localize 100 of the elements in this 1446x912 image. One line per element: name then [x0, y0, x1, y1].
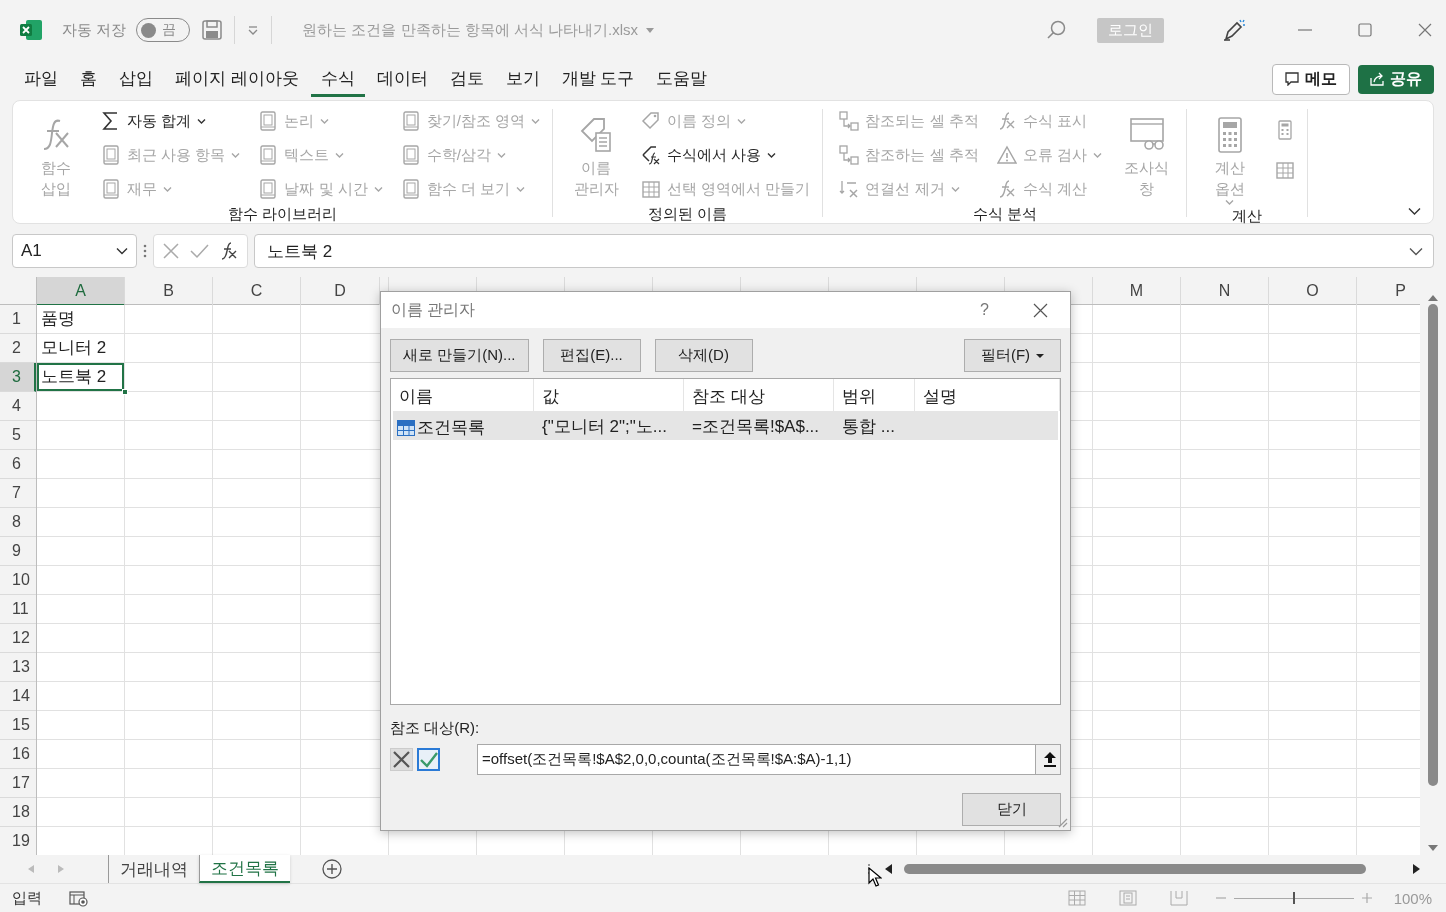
add-sheet-icon[interactable]	[322, 859, 342, 879]
name-list-row[interactable]: 조건목록 {"모니터 2";"노... =조건목록!$A$... 통합 ...	[393, 411, 1058, 440]
ribbon-tab[interactable]: 도움말	[646, 61, 718, 97]
row-header[interactable]: 15	[0, 711, 36, 740]
row-header[interactable]: 13	[0, 653, 36, 682]
resize-grip-icon[interactable]	[1057, 817, 1068, 828]
dialog-button[interactable]: 편집(E)...	[542, 339, 641, 372]
caret-icon[interactable]	[646, 27, 654, 33]
row-header[interactable]: 9	[0, 537, 36, 566]
zoom-slider[interactable]	[1233, 892, 1354, 904]
column-header[interactable]: A	[37, 277, 125, 306]
scroll-up-icon[interactable]	[1428, 295, 1438, 301]
table-icon	[641, 179, 662, 199]
table-cell[interactable]: 노트북 2	[37, 363, 125, 392]
confirm-button[interactable]	[417, 748, 440, 771]
macro-record-icon[interactable]	[69, 889, 88, 907]
tag-icon	[641, 145, 662, 165]
group-label: 계산	[1230, 206, 1263, 226]
table-cell-text: {"모니터 2";"노...	[541, 416, 668, 438]
zoom-thumb[interactable]	[1292, 892, 1295, 904]
memo-button[interactable]: 메모	[1272, 63, 1350, 95]
row-header[interactable]: 4	[0, 392, 36, 421]
chevron-down-icon	[950, 185, 960, 193]
row-header[interactable]: 6	[0, 450, 36, 479]
chevron-down-icon	[231, 151, 241, 159]
ribbon-tab[interactable]: 삽입	[109, 61, 163, 97]
collapse-button[interactable]	[1035, 745, 1060, 774]
next-sheet-icon[interactable]	[58, 865, 64, 873]
cancel-button[interactable]	[390, 748, 413, 771]
autosave-label: 자동 저장	[62, 20, 127, 40]
row-header[interactable]: 16	[0, 740, 36, 769]
book-icon	[258, 179, 279, 199]
row-header[interactable]: 10	[0, 566, 36, 595]
ribbon-tab[interactable]: 파일	[14, 61, 68, 97]
chevron-down-icon	[516, 185, 526, 193]
watch-window-icon	[1128, 117, 1165, 153]
row-header[interactable]: 3	[0, 363, 36, 392]
ribbon-tab[interactable]: 검토	[439, 61, 494, 97]
customize-icon[interactable]	[247, 24, 260, 36]
close-icon[interactable]	[1033, 302, 1048, 318]
scroll-right-icon[interactable]	[1413, 864, 1420, 874]
page-layout-icon[interactable]	[1118, 890, 1137, 906]
ribbon-tab[interactable]: 데이터	[366, 61, 438, 97]
search-icon[interactable]	[1047, 20, 1067, 40]
row-header[interactable]: 5	[0, 421, 36, 450]
ribbon-tab[interactable]: 보기	[495, 61, 550, 97]
select-all-button[interactable]	[0, 277, 37, 305]
row-header[interactable]: 12	[0, 624, 36, 653]
dialog-button[interactable]: 삭제(D)	[654, 339, 753, 372]
row-header[interactable]: 11	[0, 595, 36, 624]
ribbon-button[interactable]: 자동 합계	[101, 111, 241, 131]
row-header[interactable]: 14	[0, 682, 36, 711]
share-icon	[1370, 72, 1384, 86]
dialog-button[interactable]: 새로 만들기(N)...	[390, 339, 529, 372]
save-icon[interactable]	[202, 20, 223, 40]
enter-icon[interactable]	[190, 242, 209, 260]
name-box[interactable]: A1	[12, 234, 137, 268]
fill-handle[interactable]	[122, 389, 128, 395]
book-icon	[101, 179, 121, 199]
row-header[interactable]: 1	[0, 305, 36, 334]
chevron-down-icon	[197, 117, 207, 125]
close-button[interactable]: 닫기	[962, 793, 1061, 826]
filter-button[interactable]: 필터(F)	[964, 339, 1061, 372]
formula-field[interactable]: 노트북 2	[254, 234, 1434, 268]
input-field[interactable]: =offset(조건목록!$A$2,0,0,counta(조건목록!$A:$A)-1,1)	[477, 744, 1061, 775]
chevron-down-icon	[767, 151, 777, 159]
pen-icon[interactable]	[1222, 18, 1246, 42]
sheet-tab[interactable]: 조건목록	[199, 855, 290, 883]
ribbon-tab[interactable]: 페이지 레이아웃	[165, 61, 309, 97]
horizontal-scrollbar[interactable]	[885, 864, 1420, 874]
cancel-icon[interactable]	[162, 242, 180, 260]
row-header[interactable]: 17	[0, 769, 36, 798]
field-label: 참조 대상(R):	[390, 719, 480, 736]
maximize-icon[interactable]	[1358, 23, 1372, 37]
previous-sheet-icon[interactable]	[28, 865, 34, 873]
row-header[interactable]: 18	[0, 798, 36, 827]
collapse-ribbon-icon[interactable]	[1408, 206, 1421, 215]
tag-icon	[641, 111, 662, 131]
chevron-down-icon	[373, 185, 383, 193]
scroll-left-icon[interactable]	[885, 864, 892, 874]
share-button[interactable]: 공유	[1358, 64, 1434, 94]
table-cell-text: 통합 ...	[841, 416, 896, 438]
chevron-down-icon	[320, 117, 330, 125]
ribbon-button[interactable]: 수식에서 사용	[641, 145, 811, 165]
ribbon-tab[interactable]: 수식	[310, 61, 365, 97]
trace-arrows-icon	[839, 111, 860, 131]
ribbon-tab[interactable]: 개발 도구	[551, 61, 645, 97]
close-icon[interactable]	[1418, 23, 1432, 37]
normal-view-icon[interactable]	[1067, 890, 1086, 906]
trace-arrows-icon	[839, 145, 860, 165]
zoom-in-icon[interactable]	[1361, 893, 1372, 903]
book-icon	[258, 111, 279, 131]
book-icon	[400, 145, 421, 165]
row-header[interactable]: 8	[0, 508, 36, 537]
book-icon	[400, 111, 421, 131]
function-icon[interactable]	[219, 241, 239, 261]
ribbon-tab[interactable]: 홈	[70, 61, 107, 97]
scroll-down-icon[interactable]	[1428, 845, 1438, 851]
row-header[interactable]: 7	[0, 479, 36, 508]
chevron-down-icon	[335, 151, 345, 159]
